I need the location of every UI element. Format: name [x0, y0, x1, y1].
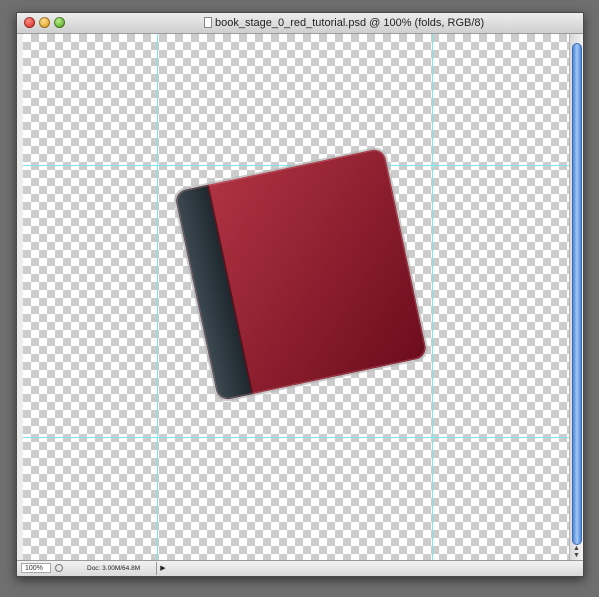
status-bar: 100% Doc: 3.00M/64.8M ▶ — [17, 560, 583, 576]
preview-icon[interactable] — [55, 564, 63, 572]
status-divider — [156, 562, 157, 575]
window-title: book_stage_0_red_tutorial.psd @ 100% (fo… — [215, 17, 485, 29]
book-artwork[interactable] — [23, 34, 569, 560]
scrollbar-thumb[interactable] — [572, 43, 582, 545]
canvas-area[interactable] — [23, 34, 569, 560]
document-size-info: Doc: 3.00M/64.8M — [87, 565, 141, 572]
zoom-icon[interactable] — [54, 17, 65, 28]
vertical-scrollbar[interactable]: ▲ ▼ — [569, 34, 583, 560]
scroll-down-arrow-icon[interactable]: ▼ — [573, 552, 580, 559]
status-menu-arrow-icon[interactable]: ▶ — [158, 563, 168, 574]
close-icon[interactable] — [24, 17, 35, 28]
title-bar[interactable]: book_stage_0_red_tutorial.psd @ 100% (fo… — [17, 13, 583, 34]
minimize-icon[interactable] — [39, 17, 50, 28]
zoom-level-field[interactable]: 100% — [21, 563, 51, 573]
document-icon — [204, 17, 212, 28]
photoshop-document-window: book_stage_0_red_tutorial.psd @ 100% (fo… — [16, 12, 584, 577]
scroll-up-arrow-icon[interactable]: ▲ — [573, 545, 580, 552]
